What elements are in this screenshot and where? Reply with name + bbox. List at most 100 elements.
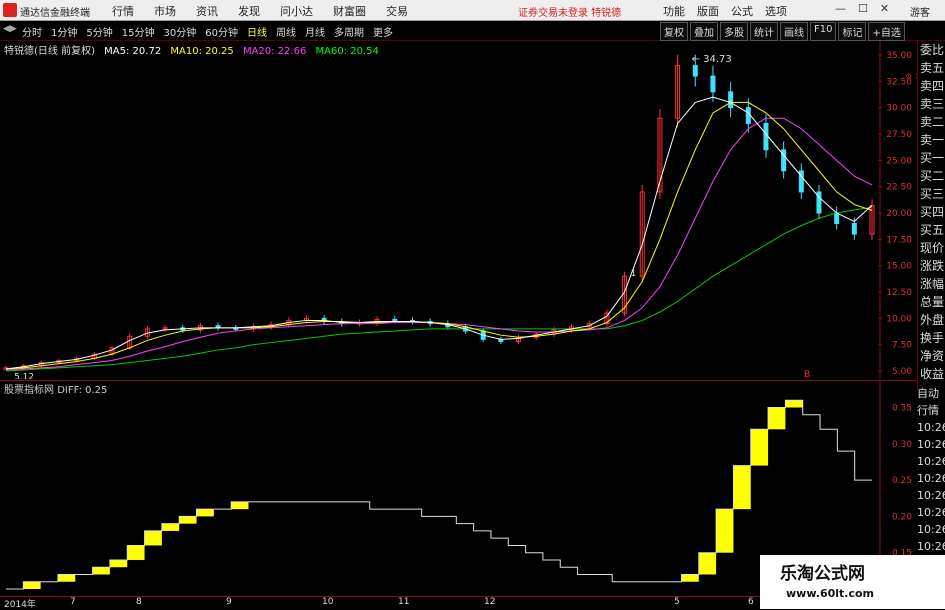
tab-60min[interactable]: 60分钟 <box>205 24 238 39</box>
candle-body <box>392 318 398 322</box>
quote-field-label: 卖一 <box>919 133 944 147</box>
diff-rise-bar <box>57 574 76 582</box>
price-chart[interactable]: 35.0032.5030.0027.5025.0022.5020.0017.50… <box>0 41 916 379</box>
quote-field-label: 总量 <box>919 295 944 309</box>
date-label: 2014年 <box>4 600 36 610</box>
diff-axis-label: 0.25 <box>892 476 912 486</box>
diff-axis-label: 0.30 <box>892 440 912 450</box>
add-watchlist-button[interactable]: +自选 <box>868 22 905 41</box>
app-name: 通达信金融终端 <box>20 8 90 19</box>
draw-line-button[interactable]: 画线 <box>780 22 808 41</box>
diff-rise-bar <box>750 429 769 466</box>
stats-button[interactable]: 统计 <box>750 22 778 41</box>
tab-daily[interactable]: 日线 <box>247 24 267 39</box>
price-legend: 特锐德(日线 前复权) MA5: 20.72 MA10: 20.25 MA20:… <box>4 42 385 57</box>
legend-ma60: MA60: 20.54 <box>315 46 379 57</box>
menu-item-functions[interactable]: 功能 <box>663 3 685 19</box>
menu-item-markets[interactable]: 市场 <box>154 3 176 19</box>
date-label: 6 <box>748 597 754 607</box>
overlay-button[interactable]: 叠加 <box>690 22 718 41</box>
quote-field-label: 现价 <box>919 241 944 255</box>
price-axis-label: 35.00 <box>886 51 912 61</box>
tick-row: 10:26 <box>917 489 945 502</box>
date-label: 12 <box>484 597 496 607</box>
right-menu: 功能 版面 公式 选项 <box>663 3 799 19</box>
guest-label[interactable]: 游客 <box>910 4 930 19</box>
watermark-title: 乐淘公式网 <box>780 564 865 584</box>
price-axis-label: 25.00 <box>886 156 912 166</box>
low-price-label: 5.12 <box>14 373 34 379</box>
stock-name: 特锐德(日线 前复权) <box>4 46 95 57</box>
app-logo-icon <box>3 3 17 17</box>
menu-item-trade[interactable]: 交易 <box>386 3 408 19</box>
menu-item-layout[interactable]: 版面 <box>697 3 719 19</box>
tab-timeshare[interactable]: 分时 <box>22 24 42 39</box>
indicator-diff: DIFF: 0.25 <box>57 385 108 396</box>
quote-field-label: 卖三 <box>919 97 944 111</box>
legend-ma5: MA5: 20.72 <box>104 46 162 57</box>
f10-button[interactable]: F10 <box>810 22 837 41</box>
menu-item-market[interactable]: 行情 <box>112 3 134 19</box>
tab-1min[interactable]: 1分钟 <box>51 24 77 39</box>
tab-weekly[interactable]: 周线 <box>276 24 296 39</box>
tab-more[interactable]: 更多 <box>373 24 393 39</box>
quote-field-label: 卖二 <box>919 115 944 129</box>
nav-arrows-icon[interactable]: ◀▶ <box>3 24 17 34</box>
minimize-icon[interactable]: — <box>835 2 846 15</box>
diff-rise-bar <box>768 407 786 430</box>
price-axis-label: 10.00 <box>886 314 912 324</box>
diff-rise-bar <box>733 465 751 510</box>
candle-body <box>851 223 857 235</box>
watermark: 乐淘公式网 www.60lt.com <box>760 555 945 609</box>
date-label: 8 <box>136 597 142 607</box>
quote-field-label: 买五 <box>919 223 944 237</box>
high-price-label: ← 34.73 <box>692 54 732 65</box>
ma60-line <box>5 206 873 372</box>
diff-rise-bar <box>144 530 162 546</box>
tick-row: 10:26 <box>917 523 945 536</box>
mark-button[interactable]: 标记 <box>838 22 867 41</box>
period-toolbar: ◀▶ 分时 1分钟 5分钟 15分钟 30分钟 60分钟 日线 周线 月线 多周… <box>0 21 945 41</box>
legend-ma20: MA20: 22.66 <box>242 46 307 57</box>
diff-axis-label: 0.35 <box>892 404 912 414</box>
menu-item-options[interactable]: 选项 <box>765 3 787 19</box>
quote-field-label: 涨跌 <box>919 259 944 273</box>
quote-field-label: 买四 <box>919 205 944 219</box>
diff-rise-bar <box>23 581 41 589</box>
menu-item-news[interactable]: 资讯 <box>196 3 218 19</box>
quote-field-label: 买一 <box>919 151 944 165</box>
quote-field-label: 涨幅 <box>919 277 944 291</box>
quote-field-label: 收益 <box>919 367 944 381</box>
legend-ma10: MA10: 20.25 <box>170 46 234 57</box>
tab-multi-period[interactable]: 多周期 <box>334 24 364 39</box>
diff-rise-bar <box>716 509 734 553</box>
price-axis-label: 7.50 <box>892 341 912 351</box>
multi-stock-button[interactable]: 多股 <box>720 22 748 41</box>
date-label: 9 <box>226 597 232 607</box>
diff-rise-bar <box>92 567 110 575</box>
restore-icon[interactable]: ☐ <box>858 2 868 15</box>
quote-field-label: 买三 <box>919 187 944 201</box>
menu-item-assistant[interactable]: 问小达 <box>280 3 313 19</box>
menu-item-discover[interactable]: 发现 <box>238 3 260 19</box>
tick-row: 自动 <box>917 387 939 400</box>
adjust-button[interactable]: 复权 <box>660 22 688 41</box>
tab-15min[interactable]: 15分钟 <box>122 24 155 39</box>
indicator-legend: 股票指标网 DIFF: 0.25 <box>4 381 107 396</box>
login-notice[interactable]: 证券交易未登录 特锐德 <box>518 4 621 19</box>
tab-30min[interactable]: 30分钟 <box>163 24 196 39</box>
diff-rise-bar <box>681 574 699 582</box>
buy-signal-label: B <box>804 370 810 379</box>
diff-rise-bar <box>698 552 717 575</box>
menu-item-formula[interactable]: 公式 <box>731 3 753 19</box>
tab-5min[interactable]: 5分钟 <box>86 24 112 39</box>
price-axis-label: 30.00 <box>886 104 912 114</box>
close-icon[interactable]: ✕ <box>880 2 889 15</box>
tab-monthly[interactable]: 月线 <box>305 24 325 39</box>
menu-item-wealth[interactable]: 财富圈 <box>333 3 366 19</box>
tick-row: 10:26 <box>917 421 945 434</box>
date-label: 5 <box>674 597 680 607</box>
indicator-name: 股票指标网 <box>4 385 54 396</box>
quote-sidebar: 委比 卖五 卖四 卖三 卖二 卖一 买一 买二 买三 买四 买五 现价 涨跌 涨幅 总量 外盘 换手 净资 收益 <box>917 41 945 391</box>
diff-axis-label: 0.20 <box>892 512 912 522</box>
